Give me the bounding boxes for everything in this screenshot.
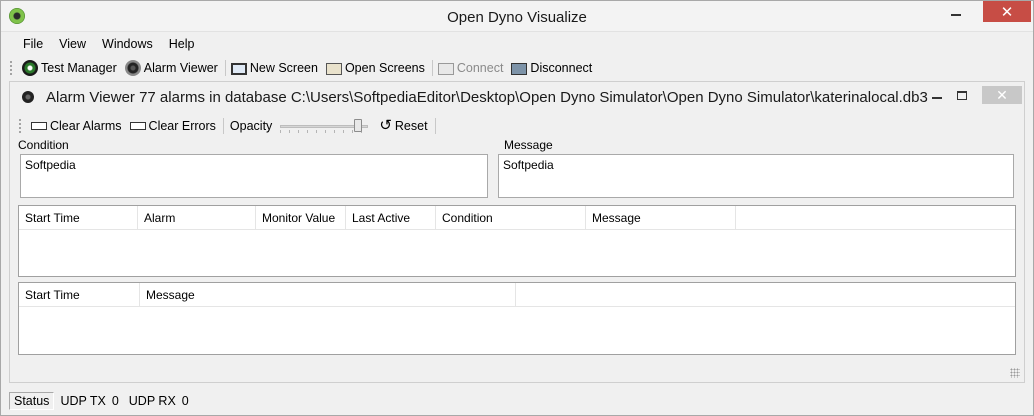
alarms-list[interactable]: Start Time Alarm Monitor Value Last Acti… [18, 205, 1016, 277]
udp-rx-value: 0 [181, 394, 189, 408]
column-condition[interactable]: Condition [436, 206, 586, 230]
clear-errors-button[interactable]: Clear Errors [127, 116, 219, 136]
alarms-list-header: Start Time Alarm Monitor Value Last Acti… [19, 206, 1015, 230]
reset-button[interactable]: ↺ Reset [376, 116, 430, 136]
test-manager-icon [22, 60, 38, 76]
udp-tx-label: UDP TX [60, 394, 106, 408]
open-screens-icon [325, 63, 342, 75]
column-start-time[interactable]: Start Time [19, 283, 140, 307]
test-manager-button[interactable]: Test Manager [19, 58, 120, 78]
menu-bar: File View Windows Help [1, 33, 1033, 55]
message-label: Message [504, 138, 553, 152]
opacity-label: Opacity [229, 119, 273, 133]
toolbar-separator [224, 60, 226, 76]
child-minimize-button[interactable] [928, 86, 946, 104]
menu-help[interactable]: Help [161, 37, 203, 51]
errors-list[interactable]: Start Time Message [18, 282, 1016, 355]
child-maximize-button[interactable] [953, 86, 971, 104]
minimize-icon [951, 13, 961, 16]
connect-label: Connect [456, 61, 504, 75]
column-start-time[interactable]: Start Time [19, 206, 138, 230]
clear-errors-label: Clear Errors [148, 119, 216, 133]
opacity-slider-thumb[interactable] [354, 119, 363, 132]
menu-windows[interactable]: Windows [94, 37, 161, 51]
reset-icon: ↺ [379, 117, 392, 134]
new-screen-label: New Screen [249, 61, 318, 75]
status-bar: Status UDP TX 0 UDP RX 0 [1, 387, 1033, 415]
condition-label: Condition [18, 138, 69, 152]
minimize-icon [932, 97, 942, 99]
alarm-viewer-toolbar: Clear Alarms Clear Errors Opacity ↺ Rese… [18, 115, 1018, 137]
opacity-slider[interactable] [278, 118, 370, 134]
close-icon: ✕ [996, 86, 1008, 103]
alarm-viewer-window-icon[interactable] [22, 91, 34, 103]
menu-view[interactable]: View [51, 37, 94, 51]
test-manager-label: Test Manager [41, 61, 117, 75]
toolbar-grip[interactable] [9, 60, 13, 76]
clear-errors-icon [129, 122, 146, 130]
main-window: Open Dyno Visualize ✕ File View Windows … [0, 0, 1034, 416]
condition-input[interactable]: Softpedia [20, 154, 488, 198]
open-screens-label: Open Screens [344, 61, 425, 75]
connect-icon [437, 63, 454, 75]
menu-file[interactable]: File [15, 37, 51, 51]
child-close-button[interactable]: ✕ [982, 86, 1022, 104]
alarm-viewer-title-bar[interactable]: Alarm Viewer 77 alarms in database C:\Us… [10, 82, 1024, 112]
title-bar[interactable]: Open Dyno Visualize ✕ [1, 1, 1033, 32]
clear-alarms-icon [31, 122, 47, 130]
column-last-active[interactable]: Last Active [346, 206, 436, 230]
monitor-icon [230, 63, 247, 75]
disconnect-icon [511, 63, 528, 75]
resize-grip[interactable] [1010, 368, 1020, 378]
alarm-viewer-button[interactable]: Alarm Viewer [122, 58, 221, 78]
clear-alarms-button[interactable]: Clear Alarms [28, 116, 125, 136]
status-label: Status [9, 392, 55, 410]
toolbar-separator [434, 118, 436, 134]
column-monitor-value[interactable]: Monitor Value [256, 206, 346, 230]
udp-tx-value: 0 [111, 394, 119, 408]
message-input[interactable]: Softpedia [498, 154, 1014, 198]
toolbar-separator [431, 60, 433, 76]
column-message[interactable]: Message [586, 206, 736, 230]
alarm-viewer-icon [124, 60, 141, 76]
clear-alarms-label: Clear Alarms [50, 119, 122, 133]
close-button[interactable]: ✕ [983, 1, 1031, 22]
connect-button[interactable]: Connect [435, 58, 507, 78]
main-toolbar: Test Manager Alarm Viewer New Screen Ope… [9, 57, 1025, 79]
alarm-viewer-window: Alarm Viewer 77 alarms in database C:\Us… [9, 81, 1025, 383]
reset-label: Reset [394, 119, 428, 133]
open-screens-button[interactable]: Open Screens [323, 58, 428, 78]
errors-list-header: Start Time Message [19, 283, 1015, 307]
disconnect-label: Disconnect [530, 61, 593, 75]
column-message[interactable]: Message [140, 283, 516, 307]
minimize-button[interactable] [942, 1, 970, 22]
disconnect-button[interactable]: Disconnect [508, 58, 595, 78]
column-alarm[interactable]: Alarm [138, 206, 256, 230]
toolbar-separator [222, 118, 224, 134]
alarm-viewer-title: Alarm Viewer 77 alarms in database C:\Us… [46, 89, 928, 106]
window-title: Open Dyno Visualize [447, 9, 587, 26]
maximize-icon [957, 90, 967, 100]
new-screen-button[interactable]: New Screen [228, 58, 321, 78]
udp-rx-label: UDP RX [128, 394, 176, 408]
toolbar-grip[interactable] [18, 118, 22, 134]
close-icon: ✕ [1000, 3, 1014, 21]
alarm-viewer-label: Alarm Viewer [143, 61, 218, 75]
